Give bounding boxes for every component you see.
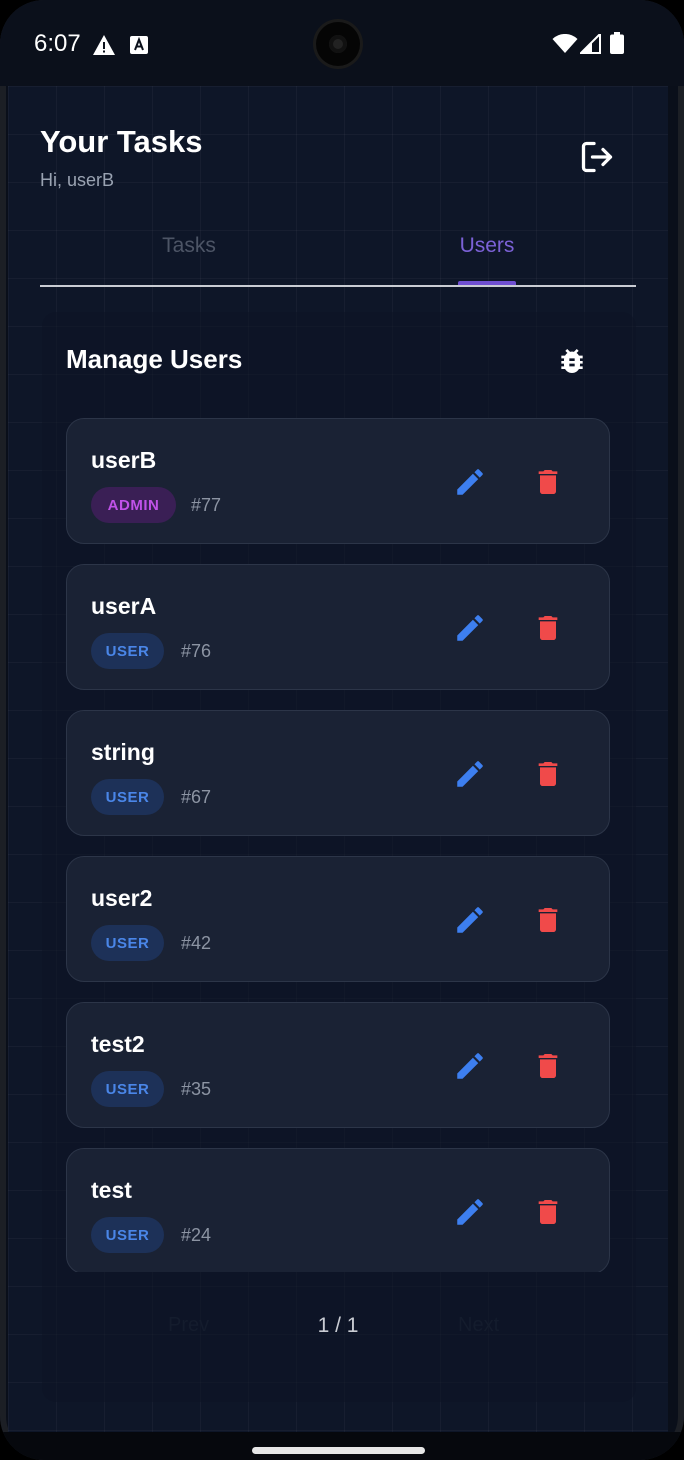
next-page-button[interactable]: Next: [458, 1314, 499, 1337]
phone-screen: 6:07 Your Tasks Hi, userB Tasks Users Ma…: [0, 0, 684, 1460]
edit-user-button[interactable]: [451, 755, 489, 793]
trash-icon: [538, 470, 558, 494]
user-name: test2: [91, 1031, 145, 1057]
user-id: #35: [181, 1079, 212, 1099]
delete-user-button[interactable]: [529, 609, 567, 647]
delete-user-button[interactable]: [529, 901, 567, 939]
tab-tasks[interactable]: Tasks: [129, 234, 249, 258]
wifi-icon: [552, 33, 578, 59]
user-card: userA USER #76: [66, 564, 610, 690]
battery-icon: [610, 32, 624, 59]
signal-icon: [578, 31, 602, 59]
trash-icon: [538, 908, 558, 932]
pencil-icon: [457, 761, 483, 787]
delete-user-button[interactable]: [529, 1047, 567, 1085]
page-title: Your Tasks: [40, 124, 203, 159]
delete-user-button[interactable]: [529, 1193, 567, 1231]
delete-user-button[interactable]: [529, 755, 567, 793]
warning-icon: [92, 34, 116, 61]
user-name: string: [91, 739, 155, 765]
role-badge: ADMIN: [91, 487, 176, 523]
logout-icon: [581, 141, 613, 173]
user-name: test: [91, 1177, 132, 1203]
a-icon: [130, 36, 148, 59]
user-name: userB: [91, 447, 157, 473]
pencil-icon: [457, 469, 483, 495]
user-id: #77: [191, 495, 222, 515]
trash-icon: [538, 1200, 558, 1224]
tab-bar: Tasks Users: [40, 226, 636, 287]
role-badge: USER: [91, 1217, 164, 1253]
nav-bar: [0, 1432, 684, 1460]
trash-icon: [538, 762, 558, 786]
pencil-icon: [457, 1053, 483, 1079]
trash-icon: [538, 1054, 558, 1078]
bug-icon: [561, 349, 583, 373]
logout-button[interactable]: [576, 136, 618, 178]
section-title: Manage Users: [66, 344, 243, 374]
edit-user-button[interactable]: [451, 463, 489, 501]
edit-user-button[interactable]: [451, 1047, 489, 1085]
app-content: Your Tasks Hi, userB Tasks Users Manage …: [8, 86, 668, 1432]
user-id: #42: [181, 933, 212, 953]
trash-icon: [538, 616, 558, 640]
user-id: #76: [181, 641, 212, 661]
status-bar: 6:07: [0, 0, 684, 86]
status-time: 6:07: [34, 30, 81, 57]
role-badge: USER: [91, 925, 164, 961]
user-id: #24: [181, 1225, 212, 1245]
tab-users[interactable]: Users: [427, 234, 547, 258]
pencil-icon: [457, 1199, 483, 1225]
user-card: test2 USER #35: [66, 1002, 610, 1128]
role-badge: USER: [91, 1071, 164, 1107]
debug-button[interactable]: [553, 342, 591, 380]
user-name: userA: [91, 593, 157, 619]
greeting-text: Hi, userB: [40, 170, 115, 190]
user-list: userB ADMIN #77 userA USER #76 string US…: [66, 418, 612, 1272]
user-card: string USER #67: [66, 710, 610, 836]
edit-user-button[interactable]: [451, 901, 489, 939]
role-badge: USER: [91, 779, 164, 815]
pencil-icon: [457, 907, 483, 933]
page-indicator: 1 / 1: [317, 1314, 359, 1337]
edit-user-button[interactable]: [451, 1193, 489, 1231]
edit-user-button[interactable]: [451, 609, 489, 647]
user-card: userB ADMIN #77: [66, 418, 610, 544]
role-badge: USER: [91, 633, 164, 669]
pencil-icon: [457, 615, 483, 641]
user-name: user2: [91, 885, 153, 911]
front-camera: [316, 22, 360, 66]
user-card: user2 USER #42: [66, 856, 610, 982]
home-indicator[interactable]: [252, 1447, 425, 1454]
delete-user-button[interactable]: [529, 463, 567, 501]
active-tab-indicator: [458, 281, 516, 285]
user-id: #67: [181, 787, 212, 807]
user-card: test USER #24: [66, 1148, 610, 1272]
